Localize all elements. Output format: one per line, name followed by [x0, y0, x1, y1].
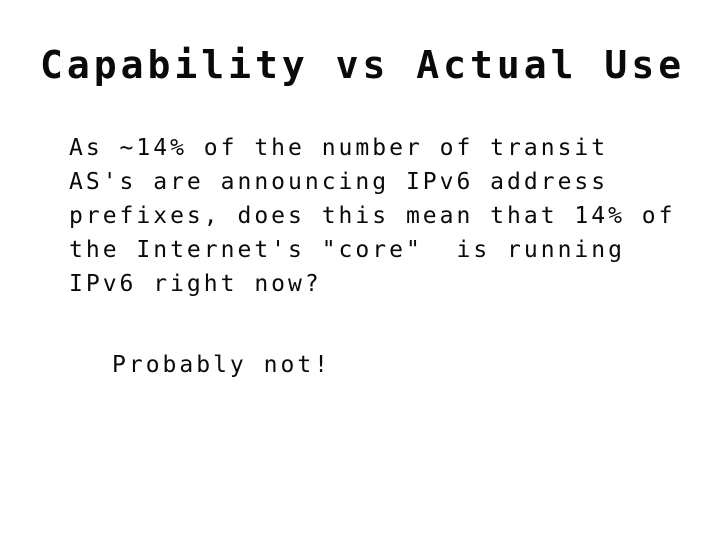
presentation-slide: Capability vs Actual Use As ~14% of the … [0, 0, 720, 540]
body-line: prefixes, does this mean that 14% of [69, 203, 676, 229]
page-title: Capability vs Actual Use [40, 43, 686, 87]
body-line: As ~14% of the number of transit [69, 135, 609, 161]
conclusion-text: Probably not! [112, 352, 332, 378]
slide-body-text: As ~14% of the number of transit AS's ar… [69, 131, 709, 301]
body-line: the Internet's "core" is running [69, 237, 625, 263]
body-line: AS's are announcing IPv6 address [69, 169, 609, 195]
body-line: IPv6 right now? [69, 271, 322, 297]
